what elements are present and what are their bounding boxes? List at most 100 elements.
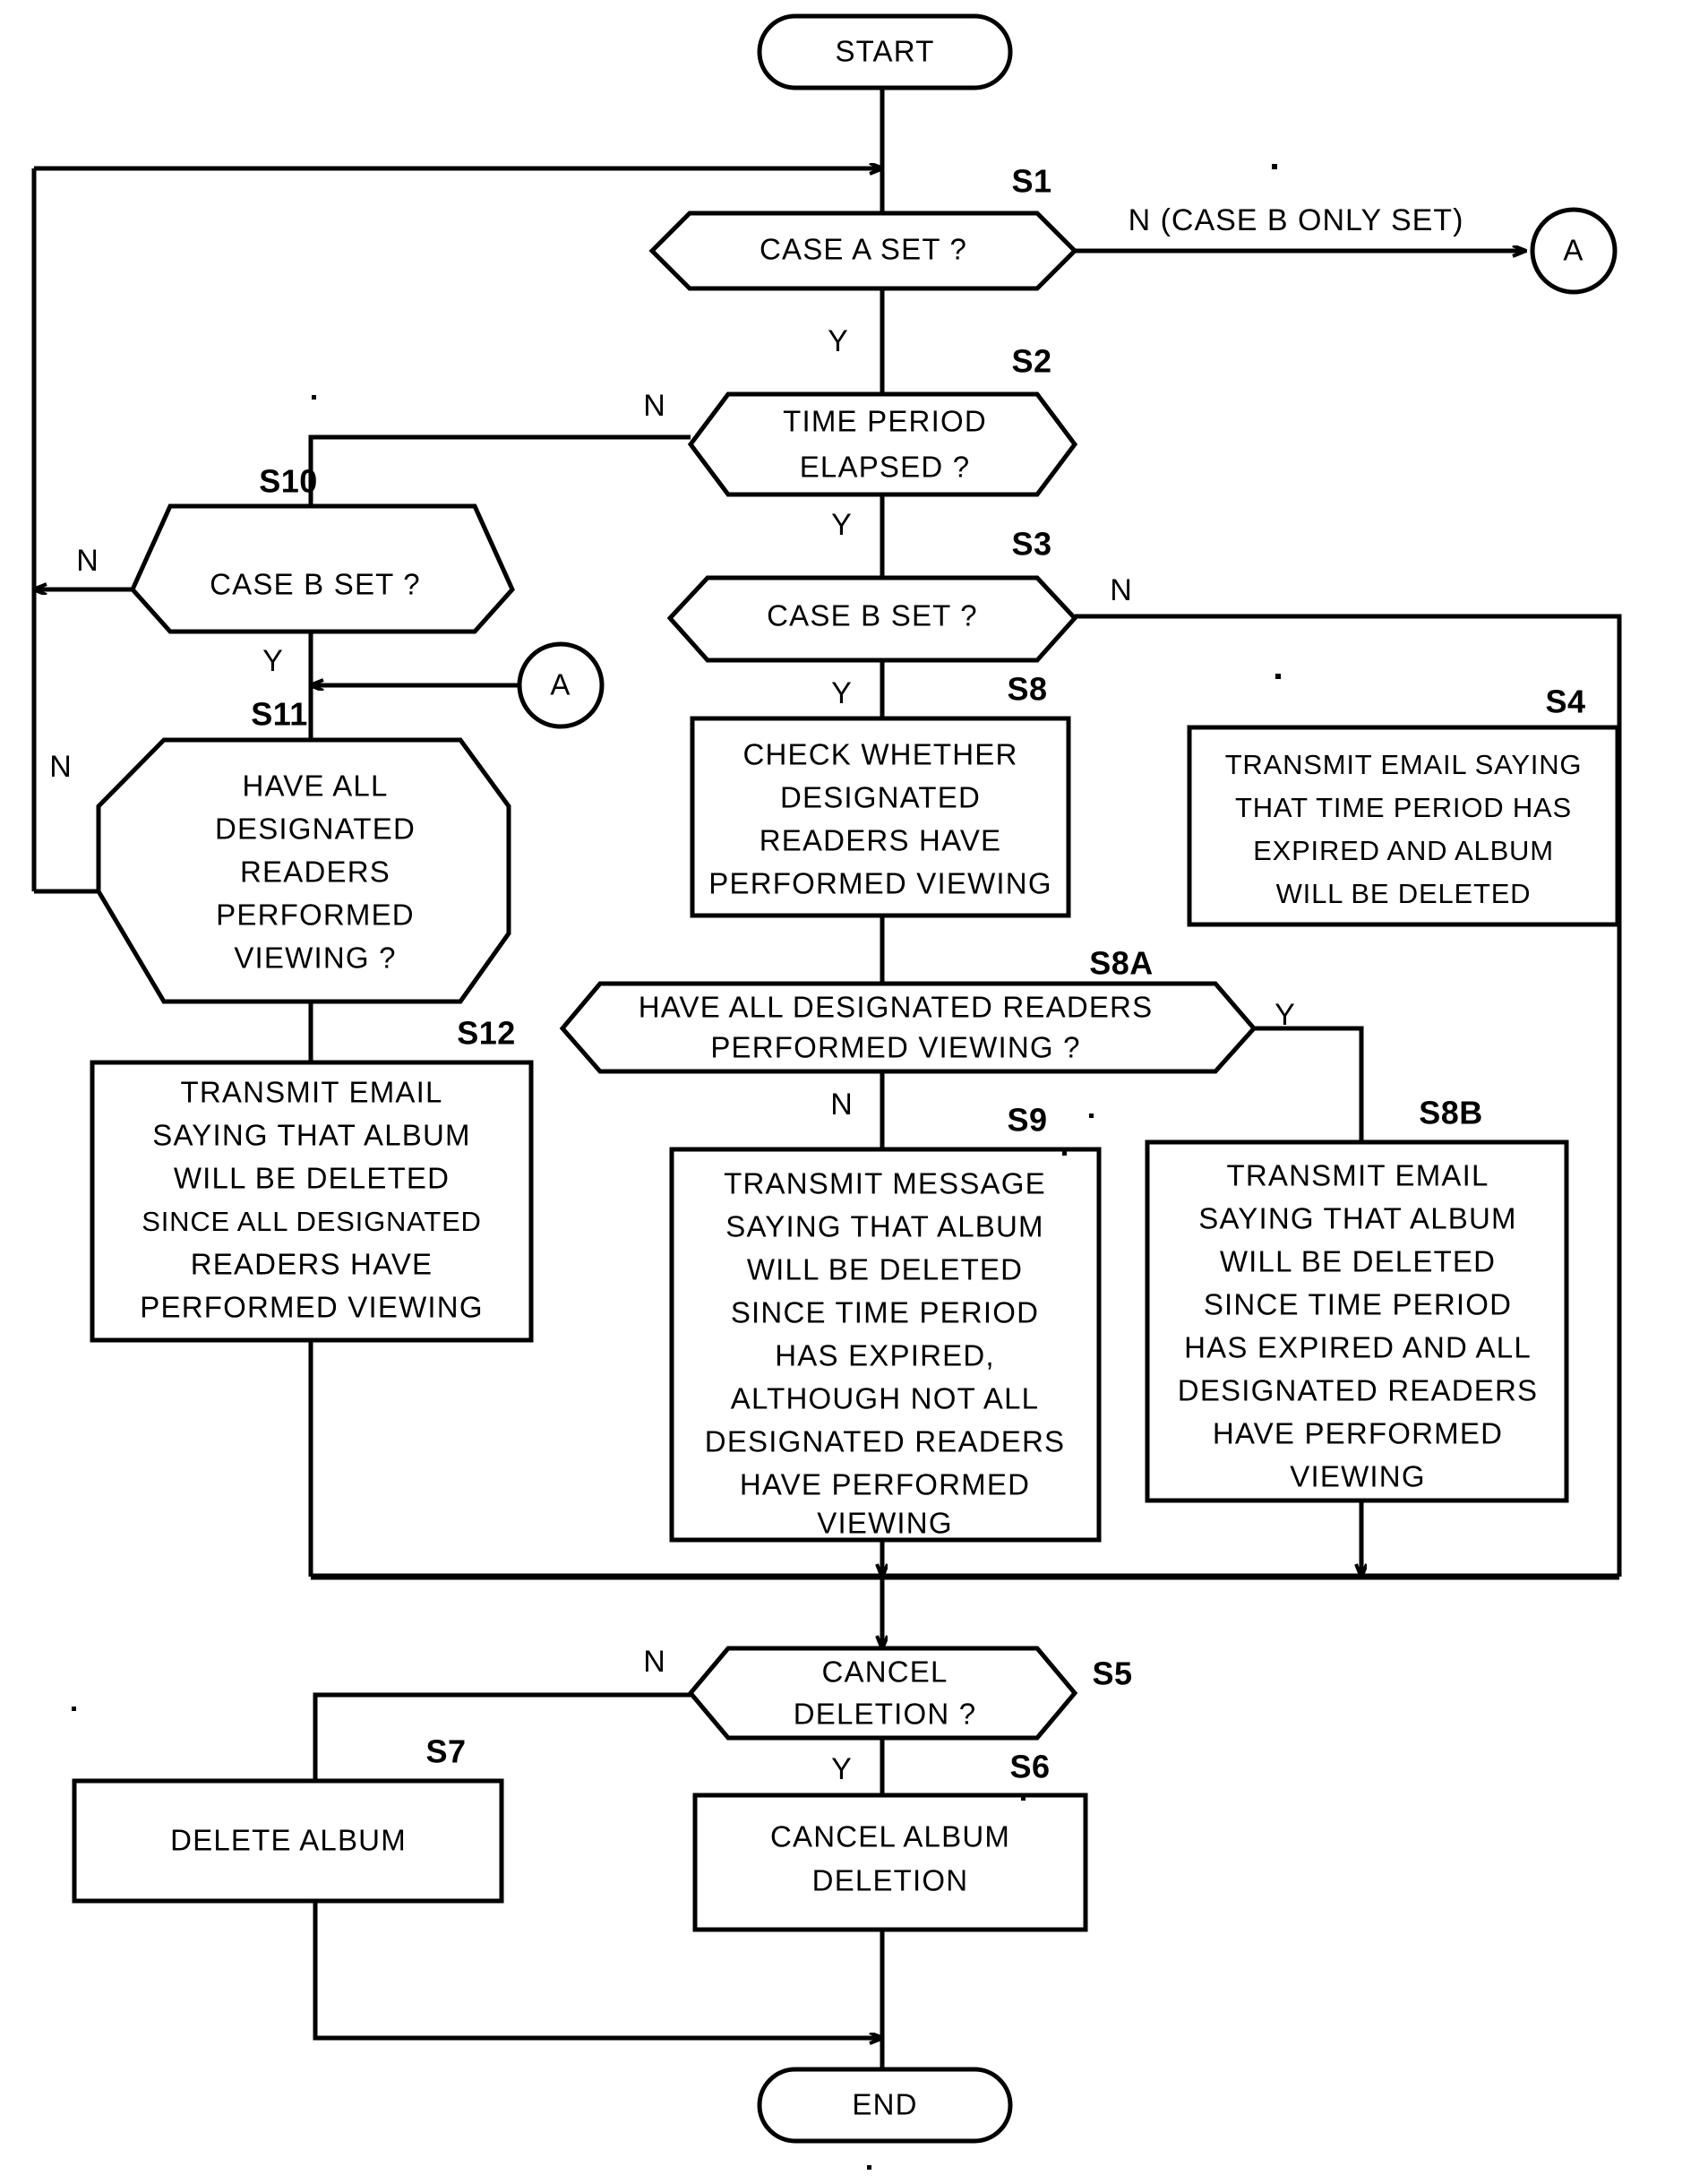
s5-no-label: N: [643, 1645, 666, 1679]
s8a-line-0: HAVE ALL DESIGNATED READERS: [639, 991, 1154, 1024]
s5-label-line2: DELETION ?: [794, 1698, 977, 1731]
s2-step-id: S2: [1011, 343, 1051, 380]
s5-label-line1: CANCEL: [821, 1655, 948, 1689]
flowchart-svg: START CASE A SET ? S1 Y N (CASE B ONLY S…: [31, 13, 1622, 2170]
s2-label-line2: ELAPSED ?: [800, 451, 971, 484]
s11-line-1: DESIGNATED: [215, 813, 416, 846]
s9-line-3: SINCE TIME PERIOD: [731, 1296, 1039, 1329]
s8b-line-2: WILL BE DELETED: [1220, 1245, 1496, 1278]
s9-line-1: SAYING THAT ALBUM: [725, 1210, 1043, 1243]
speck-4: [1062, 1151, 1067, 1156]
s1-yes-label: Y: [828, 324, 849, 358]
s5-step-id: S5: [1092, 1655, 1132, 1692]
s1-no-label: N (CASE B ONLY SET): [1129, 203, 1464, 237]
s8a-line-1: PERFORMED VIEWING ?: [710, 1031, 1080, 1064]
s9-line-6: DESIGNATED READERS: [705, 1425, 1065, 1458]
s3-no-label: N: [1110, 573, 1133, 607]
s8b-line-4: HAS EXPIRED AND ALL: [1184, 1331, 1532, 1364]
s8a-step-id: S8A: [1089, 945, 1154, 982]
node-end: END: [757, 2067, 1013, 2144]
speck-2: [1275, 674, 1281, 679]
s7-label: DELETE ALBUM: [170, 1824, 407, 1857]
node-s1: CASE A SET ? S1: [648, 163, 1078, 291]
s8-line-0: CHECK WHETHER: [742, 738, 1017, 771]
start-label: START: [835, 35, 934, 68]
s6-label-line1: CANCEL ALBUM: [770, 1820, 1010, 1853]
s9-line-7: HAVE PERFORMED: [740, 1468, 1030, 1501]
node-start: START: [757, 13, 1013, 90]
s9-line-5: ALTHOUGH NOT ALL: [731, 1382, 1039, 1415]
s9-line-2: WILL BE DELETED: [747, 1253, 1023, 1286]
s12-step-id: S12: [457, 1015, 516, 1052]
s8a-no-label: N: [830, 1088, 854, 1122]
node-s12: TRANSMIT EMAIL SAYING THAT ALBUM WILL BE…: [90, 1015, 534, 1343]
s12-line-0: TRANSMIT EMAIL: [180, 1076, 442, 1109]
s10-step-id: S10: [259, 463, 318, 500]
s12-line-3: SINCE ALL DESIGNATED: [142, 1206, 482, 1237]
s3-yes-label: Y: [831, 676, 853, 710]
s1-label: CASE A SET ?: [760, 233, 967, 266]
s8-step-id: S8: [1007, 671, 1047, 708]
s2-yes-label: Y: [831, 508, 853, 542]
s11-line-2: READERS: [240, 856, 391, 889]
s8-line-1: DESIGNATED: [780, 781, 981, 814]
edge-s5-no-to-s7: [313, 1692, 691, 1781]
s8-line-3: PERFORMED VIEWING: [708, 867, 1051, 900]
s12-line-1: SAYING THAT ALBUM: [152, 1119, 470, 1152]
node-s9: TRANSMIT MESSAGE SAYING THAT ALBUM WILL …: [669, 1102, 1102, 1543]
s10-label: CASE B SET ?: [210, 568, 421, 601]
node-s3: CASE B SET ? S3: [666, 526, 1078, 663]
speck-3: [312, 395, 316, 400]
connector-a-right-label: A: [1563, 234, 1584, 267]
s10-no-label: N: [76, 544, 99, 578]
s5-yes-label: Y: [831, 1752, 853, 1786]
flowchart-canvas: START CASE A SET ? S1 Y N (CASE B ONLY S…: [0, 0, 1708, 2184]
s9-line-4: HAS EXPIRED,: [775, 1339, 994, 1372]
s9-step-id: S9: [1007, 1102, 1047, 1139]
s8b-step-id: S8B: [1419, 1095, 1483, 1131]
node-connector-a-left: A: [517, 641, 605, 729]
s4-line-2: EXPIRED AND ALBUM: [1253, 835, 1554, 866]
s3-step-id: S3: [1011, 526, 1051, 563]
s11-line-0: HAVE ALL: [242, 770, 388, 803]
node-s5: CANCEL DELETION ? S5: [687, 1646, 1132, 1741]
s8b-line-5: DESIGNATED READERS: [1178, 1374, 1538, 1407]
s12-line-5: PERFORMED VIEWING: [140, 1291, 483, 1324]
connector-a-left-label: A: [550, 668, 571, 701]
s8b-line-6: HAVE PERFORMED: [1213, 1417, 1503, 1450]
node-s7: DELETE ALBUM S7: [72, 1733, 504, 1904]
s12-line-2: WILL BE DELETED: [174, 1162, 450, 1195]
s6-label-line2: DELETION: [812, 1864, 969, 1897]
node-s6: CANCEL ALBUM DELETION S6: [692, 1749, 1088, 1932]
s2-label-line1: TIME PERIOD: [783, 405, 987, 438]
s4-line-1: THAT TIME PERIOD HAS: [1235, 792, 1572, 823]
s1-step-id: S1: [1011, 163, 1051, 200]
s9-line-0: TRANSMIT MESSAGE: [724, 1167, 1046, 1200]
s6-process-shape: [692, 1793, 1088, 1932]
node-connector-a-right: A: [1530, 207, 1618, 295]
s8a-yes-label: Y: [1275, 998, 1296, 1032]
node-s11: HAVE ALL DESIGNATED READERS PERFORMED VI…: [96, 696, 511, 1004]
s8b-line-7: VIEWING: [1290, 1460, 1425, 1493]
edge-s8a-yes-to-s8b: [1254, 1026, 1364, 1142]
s8b-line-3: SINCE TIME PERIOD: [1204, 1288, 1512, 1321]
node-s10: CASE B SET ? S10: [130, 463, 515, 634]
s4-line-3: WILL BE DELETED: [1276, 878, 1532, 909]
node-s8a: HAVE ALL DESIGNATED READERS PERFORMED VI…: [559, 945, 1257, 1074]
node-s8b: TRANSMIT EMAIL SAYING THAT ALBUM WILL BE…: [1145, 1095, 1569, 1503]
s8-line-2: READERS HAVE: [760, 824, 1002, 857]
edge-s2-no-to-s10: [308, 434, 691, 506]
end-label: END: [852, 2088, 917, 2121]
speck-6: [1021, 1796, 1026, 1801]
s9-line-8: VIEWING: [817, 1507, 952, 1540]
s11-step-id: S11: [251, 696, 308, 733]
node-s4: TRANSMIT EMAIL SAYING THAT TIME PERIOD H…: [1187, 684, 1620, 927]
speck-7: [867, 2165, 871, 2170]
s3-label: CASE B SET ?: [767, 599, 978, 632]
s8b-line-1: SAYING THAT ALBUM: [1198, 1202, 1516, 1235]
speck-8: [1089, 1113, 1094, 1118]
s8b-line-0: TRANSMIT EMAIL: [1226, 1159, 1489, 1192]
speck-1: [1272, 164, 1277, 169]
s2-no-label: N: [643, 389, 666, 423]
s11-line-3: PERFORMED: [216, 899, 415, 932]
